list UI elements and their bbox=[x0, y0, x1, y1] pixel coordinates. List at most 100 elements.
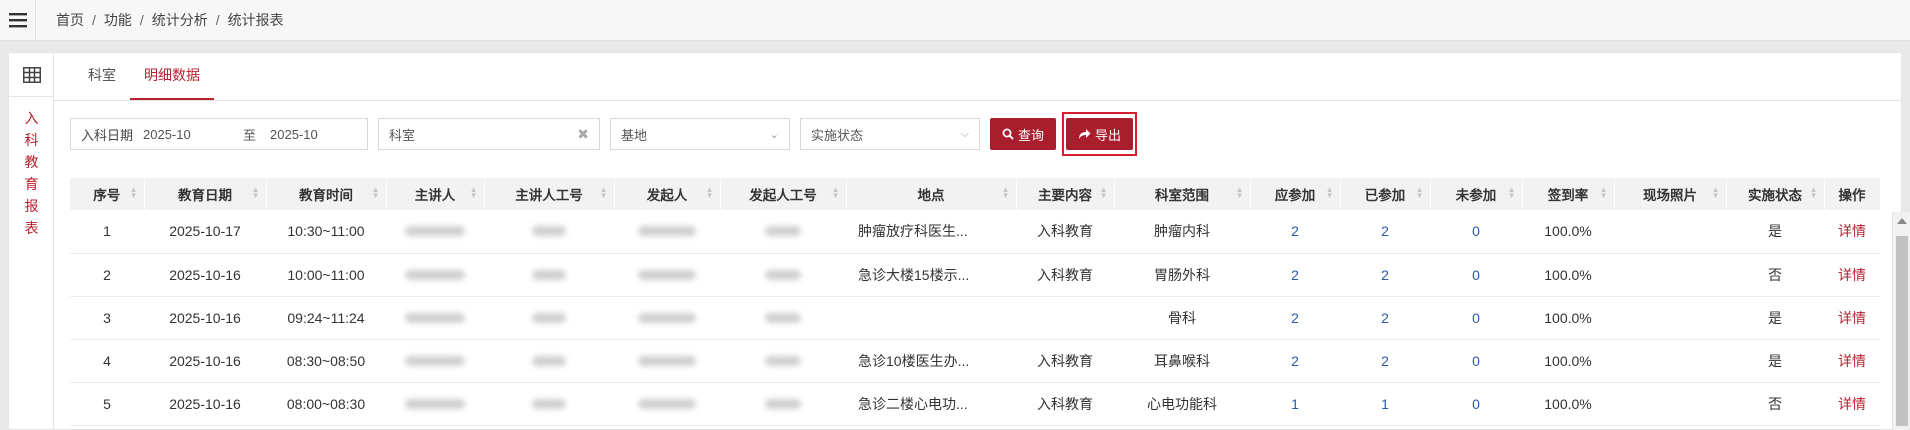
attended-count: 2 bbox=[1340, 339, 1430, 383]
sort-icon[interactable]: ▲ ▼ bbox=[1416, 186, 1424, 200]
export-button[interactable]: 导出 bbox=[1066, 118, 1134, 150]
education-time: 10:00~11:00 bbox=[266, 253, 386, 297]
site-photo bbox=[1614, 296, 1726, 340]
redacted-text bbox=[765, 269, 801, 280]
export-highlight: 导出 bbox=[1062, 112, 1138, 156]
sort-icon[interactable]: ▲ ▼ bbox=[1002, 186, 1010, 200]
sort-icon[interactable]: ▲ ▼ bbox=[1712, 186, 1720, 200]
column-header[interactable]: 教育时间 ▲ ▼ bbox=[266, 178, 387, 210]
tab-department[interactable]: 科室 bbox=[74, 52, 130, 100]
sort-icon[interactable]: ▲ ▼ bbox=[470, 186, 478, 200]
sort-icon[interactable]: ▲ ▼ bbox=[1100, 186, 1108, 200]
speaker-id-redacted bbox=[484, 210, 614, 254]
sort-icon[interactable]: ▲ ▼ bbox=[1236, 186, 1244, 200]
sort-icon[interactable]: ▲ ▼ bbox=[706, 186, 714, 200]
column-header[interactable]: 主讲人 ▲ ▼ bbox=[386, 178, 485, 210]
implementation-status: 是 bbox=[1726, 210, 1824, 254]
education-date: 2025-10-17 bbox=[144, 210, 266, 254]
report-vertical-title[interactable]: 入 科 教 育 报 表 bbox=[9, 97, 54, 239]
site-photo bbox=[1614, 382, 1726, 426]
query-button[interactable]: 查询 bbox=[990, 118, 1057, 150]
detail-link[interactable]: 详情 bbox=[1824, 210, 1880, 254]
redacted-text bbox=[765, 355, 801, 366]
top-bar: 首页 / 功能 / 统计分析 / 统计报表 bbox=[0, 0, 1910, 41]
breadcrumb-function[interactable]: 功能 bbox=[104, 10, 132, 30]
redacted-text bbox=[532, 398, 566, 409]
column-header-label: 应参加 bbox=[1274, 188, 1316, 203]
sort-icon[interactable]: ▲ ▼ bbox=[1810, 186, 1818, 200]
status-select-value: 实施状态 bbox=[811, 127, 864, 143]
redacted-text bbox=[638, 269, 696, 280]
redacted-text bbox=[405, 312, 465, 323]
vertical-scrollbar[interactable] bbox=[1892, 212, 1910, 430]
table-icon[interactable] bbox=[9, 53, 54, 97]
redacted-text bbox=[532, 355, 566, 366]
speaker-name-redacted bbox=[386, 253, 484, 297]
department-input[interactable]: 科室 ✖ bbox=[378, 118, 600, 150]
column-header[interactable]: 签到率 ▲ ▼ bbox=[1522, 178, 1615, 210]
breadcrumb-separator: / bbox=[92, 12, 96, 28]
scroll-up-arrow-icon[interactable] bbox=[1897, 218, 1907, 224]
speaker-id-redacted bbox=[484, 253, 614, 297]
initiator-id-redacted bbox=[720, 382, 846, 426]
detail-table: 序号 ▲ ▼ 教育日期 ▲ ▼ 教育时间 ▲ ▼ 主讲人 ▲ ▼ 主讲人工号 ▲ ▼ 发起人 ▲ ▼ 发起人工号 ▲ ▼… bbox=[70, 178, 1881, 426]
breadcrumb-statistics[interactable]: 统计分析 bbox=[152, 10, 208, 30]
status-select[interactable]: 实施状态 ⌵ bbox=[800, 118, 980, 150]
sort-icon[interactable]: ▲ ▼ bbox=[832, 186, 840, 200]
sort-icon[interactable]: ▲ ▼ bbox=[1326, 186, 1334, 200]
date-range-field[interactable]: 入科日期 2025-10 至 2025-10 bbox=[70, 118, 368, 150]
redacted-text bbox=[638, 355, 696, 366]
column-header[interactable]: 未参加 ▲ ▼ bbox=[1430, 178, 1523, 210]
tab-detail-data[interactable]: 明细数据 bbox=[130, 52, 214, 100]
column-header[interactable]: 现场照片 ▲ ▼ bbox=[1614, 178, 1727, 210]
column-header-label: 现场照片 bbox=[1643, 188, 1697, 203]
column-header[interactable]: 发起人工号 ▲ ▼ bbox=[720, 178, 847, 210]
column-header[interactable]: 操作 bbox=[1824, 178, 1881, 210]
clear-icon[interactable]: ✖ bbox=[577, 126, 589, 143]
detail-link[interactable]: 详情 bbox=[1824, 382, 1880, 426]
speaker-id-redacted bbox=[484, 382, 614, 426]
detail-link[interactable]: 详情 bbox=[1824, 296, 1880, 340]
column-header[interactable]: 主讲人工号 ▲ ▼ bbox=[484, 178, 615, 210]
date-to-input[interactable]: 2025-10 bbox=[270, 127, 318, 142]
base-select[interactable]: 基地 ⌄ bbox=[610, 118, 790, 150]
scrollbar-thumb[interactable] bbox=[1896, 236, 1908, 426]
table-body: 1 2025-10-17 10:30~11:00 肿瘤放疗科医生... 入科教育 肿瘤内科… bbox=[70, 210, 1880, 426]
education-date: 2025-10-16 bbox=[144, 296, 266, 340]
detail-link[interactable]: 详情 bbox=[1824, 339, 1880, 383]
sort-icon[interactable]: ▲ ▼ bbox=[1508, 186, 1516, 200]
column-header[interactable]: 应参加 ▲ ▼ bbox=[1250, 178, 1341, 210]
column-header[interactable]: 实施状态 ▲ ▼ bbox=[1726, 178, 1825, 210]
initiator-name-redacted bbox=[614, 210, 720, 254]
column-header[interactable]: 教育日期 ▲ ▼ bbox=[144, 178, 267, 210]
sort-icon[interactable]: ▲ ▼ bbox=[130, 186, 138, 200]
sort-icon[interactable]: ▲ ▼ bbox=[600, 186, 608, 200]
main-content: 入科教育 bbox=[1016, 253, 1114, 297]
column-header[interactable]: 地点 ▲ ▼ bbox=[846, 178, 1017, 210]
column-header[interactable]: 序号 ▲ ▼ bbox=[70, 178, 145, 210]
redacted-text bbox=[532, 226, 566, 237]
sort-icon[interactable]: ▲ ▼ bbox=[1600, 186, 1608, 200]
row-index: 5 bbox=[70, 382, 144, 426]
tab-bar: 科室 明细数据 bbox=[54, 53, 1901, 101]
column-header-label: 主要内容 bbox=[1038, 188, 1092, 203]
sort-icon[interactable]: ▲ ▼ bbox=[372, 186, 380, 200]
sort-icon[interactable]: ▲ ▼ bbox=[252, 186, 260, 200]
attended-count: 2 bbox=[1340, 210, 1430, 254]
site-photo bbox=[1614, 253, 1726, 297]
location: 肿瘤放疗科医生... bbox=[846, 210, 1016, 254]
date-from-input[interactable]: 2025-10 bbox=[143, 127, 243, 142]
menu-toggle-icon[interactable] bbox=[0, 0, 36, 41]
column-header[interactable]: 发起人 ▲ ▼ bbox=[614, 178, 721, 210]
detail-link[interactable]: 详情 bbox=[1824, 253, 1880, 297]
main-content: 入科教育 bbox=[1016, 339, 1114, 383]
table-row: 5 2025-10-16 08:00~08:30 急诊二楼心电功... 入科教育 心电功能… bbox=[70, 382, 1880, 426]
checkin-rate: 100.0% bbox=[1522, 253, 1614, 297]
checkin-rate: 100.0% bbox=[1522, 296, 1614, 340]
location: 急诊大楼15楼示... bbox=[846, 253, 1016, 297]
column-header[interactable]: 已参加 ▲ ▼ bbox=[1340, 178, 1431, 210]
column-header[interactable]: 科室范围 ▲ ▼ bbox=[1114, 178, 1251, 210]
column-header[interactable]: 主要内容 ▲ ▼ bbox=[1016, 178, 1115, 210]
breadcrumb-home[interactable]: 首页 bbox=[56, 10, 84, 30]
initiator-name-redacted bbox=[614, 339, 720, 383]
